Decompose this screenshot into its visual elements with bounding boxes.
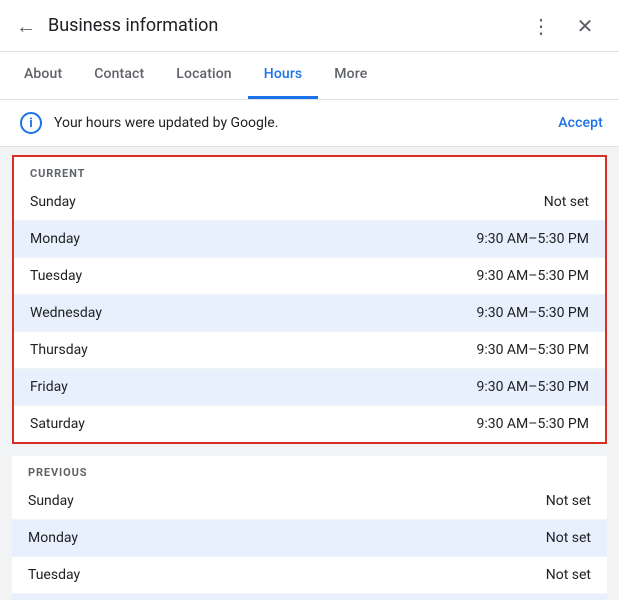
tab-contact[interactable]: Contact bbox=[78, 51, 160, 99]
previous-hours-section: PREVIOUS Sunday Not set Monday Not set T… bbox=[12, 456, 607, 600]
day-hours: 9:30 AM–5:30 PM bbox=[476, 231, 589, 247]
previous-section-label: PREVIOUS bbox=[12, 456, 607, 483]
day-hours: Not set bbox=[546, 493, 591, 509]
close-button[interactable]: ✕ bbox=[567, 8, 603, 44]
info-icon: i bbox=[20, 112, 42, 134]
table-row[interactable]: Sunday Not set bbox=[12, 483, 607, 520]
more-options-button[interactable]: ⋮ bbox=[523, 8, 559, 44]
content-area: i Your hours were updated by Google. Acc… bbox=[0, 100, 619, 600]
day-label: Monday bbox=[28, 530, 546, 546]
header: ← Business information ⋮ ✕ bbox=[0, 0, 619, 52]
table-row[interactable]: Saturday 9:30 AM–5:30 PM bbox=[14, 406, 605, 442]
day-label: Thursday bbox=[30, 342, 476, 358]
accept-button[interactable]: Accept bbox=[558, 115, 603, 131]
day-label: Monday bbox=[30, 231, 476, 247]
page-title: Business information bbox=[48, 15, 523, 36]
day-hours: Not set bbox=[544, 194, 589, 210]
table-row[interactable]: Monday 9:30 AM–5:30 PM bbox=[14, 221, 605, 258]
tab-location[interactable]: Location bbox=[160, 51, 247, 99]
day-label: Tuesday bbox=[30, 268, 476, 284]
current-hours-section: CURRENT Sunday Not set Monday 9:30 AM–5:… bbox=[12, 155, 607, 444]
table-row[interactable]: Monday Not set bbox=[12, 520, 607, 557]
table-row[interactable]: Friday 9:30 AM–5:30 PM bbox=[14, 369, 605, 406]
table-row[interactable]: Wednesday 9:30 AM–5:30 PM bbox=[14, 295, 605, 332]
day-label: Tuesday bbox=[28, 567, 546, 583]
day-hours: 9:30 AM–5:30 PM bbox=[476, 268, 589, 284]
header-actions: ⋮ ✕ bbox=[523, 8, 603, 44]
table-row[interactable]: Wednesday Not set bbox=[12, 594, 607, 600]
table-row[interactable]: Tuesday Not set bbox=[12, 557, 607, 594]
day-label: Friday bbox=[30, 379, 476, 395]
current-section-label: CURRENT bbox=[14, 157, 605, 184]
tabs-bar: About Contact Location Hours More bbox=[0, 52, 619, 100]
day-hours: Not set bbox=[546, 567, 591, 583]
table-row[interactable]: Sunday Not set bbox=[14, 184, 605, 221]
notice-banner: i Your hours were updated by Google. Acc… bbox=[0, 100, 619, 147]
notice-text: Your hours were updated by Google. bbox=[54, 115, 558, 131]
more-options-icon: ⋮ bbox=[531, 14, 551, 38]
tab-hours[interactable]: Hours bbox=[248, 51, 319, 99]
day-label: Wednesday bbox=[30, 305, 476, 321]
day-hours: 9:30 AM–5:30 PM bbox=[476, 305, 589, 321]
day-hours: 9:30 AM–5:30 PM bbox=[476, 379, 589, 395]
table-row[interactable]: Tuesday 9:30 AM–5:30 PM bbox=[14, 258, 605, 295]
close-icon: ✕ bbox=[577, 14, 594, 38]
tab-more[interactable]: More bbox=[318, 51, 383, 99]
day-label: Saturday bbox=[30, 416, 476, 432]
table-row[interactable]: Thursday 9:30 AM–5:30 PM bbox=[14, 332, 605, 369]
day-label: Sunday bbox=[28, 493, 546, 509]
day-hours: 9:30 AM–5:30 PM bbox=[476, 342, 589, 358]
back-button[interactable]: ← bbox=[16, 16, 36, 36]
day-hours: Not set bbox=[546, 530, 591, 546]
tab-about[interactable]: About bbox=[0, 51, 78, 99]
day-label: Sunday bbox=[30, 194, 544, 210]
day-hours: 9:30 AM–5:30 PM bbox=[476, 416, 589, 432]
